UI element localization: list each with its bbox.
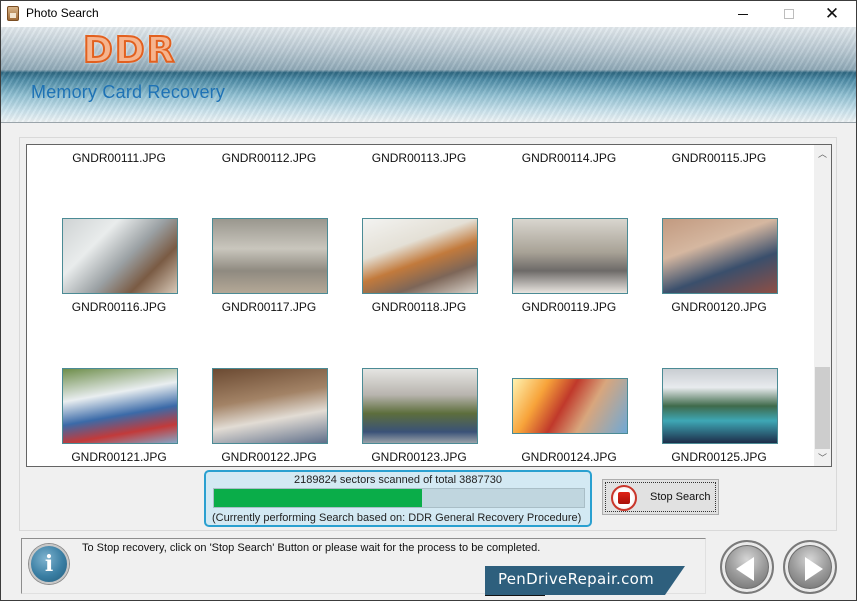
info-icon: i <box>29 544 69 584</box>
stop-icon <box>611 485 637 511</box>
photo-thumbnail[interactable] <box>362 368 478 444</box>
photo-gallery[interactable]: GNDR00111.JPG GNDR00112.JPG GNDR00113.JPG G… <box>26 144 832 467</box>
scan-progress-panel: 2189824 sectors scanned of total 3887730… <box>204 470 592 527</box>
info-message: To Stop recovery, click on 'Stop Search'… <box>82 542 541 554</box>
photo-thumbnail[interactable] <box>212 368 328 444</box>
photo-filename[interactable]: GNDR00113.JPG <box>344 151 494 165</box>
arrow-left-icon <box>736 557 754 581</box>
brand-link[interactable]: PenDriveRepair.com <box>485 570 667 588</box>
scrollbar-thumb[interactable] <box>815 367 830 449</box>
photo-thumbnail[interactable] <box>662 368 778 444</box>
photo-filename[interactable]: GNDR00117.JPG <box>194 300 344 314</box>
brand-logo: DDR <box>82 29 177 72</box>
maximize-button[interactable] <box>766 1 812 27</box>
back-button[interactable] <box>720 540 774 594</box>
minimize-button[interactable] <box>720 1 766 27</box>
header-banner: DDR Memory Card Recovery <box>1 27 856 123</box>
next-button[interactable] <box>783 540 837 594</box>
photo-thumbnail[interactable] <box>62 368 178 444</box>
progress-bar <box>213 488 585 508</box>
scroll-down-button[interactable]: ﹀ <box>814 449 831 466</box>
stop-search-button[interactable]: Stop Search <box>602 479 719 515</box>
product-name: Memory Card Recovery <box>31 82 226 102</box>
close-button[interactable]: ✕ <box>809 1 855 27</box>
gallery-scrollbar[interactable]: ︿ ﹀ <box>814 145 831 466</box>
photo-filename[interactable]: GNDR00119.JPG <box>494 300 644 314</box>
maximize-icon <box>784 9 794 19</box>
photo-thumbnail[interactable] <box>662 218 778 294</box>
brand-ribbon[interactable]: PenDriveRepair.com <box>485 566 685 595</box>
window-title: Photo Search <box>26 6 99 20</box>
photo-search-window: Photo Search ✕ DDR Memory Card Recovery … <box>0 0 857 601</box>
photo-thumbnail[interactable] <box>362 218 478 294</box>
photo-filename[interactable]: GNDR00125.JPG <box>644 450 794 464</box>
app-icon <box>7 6 19 21</box>
photo-filename[interactable]: GNDR00114.JPG <box>494 151 644 165</box>
progress-bar-fill <box>214 489 423 507</box>
close-icon: ✕ <box>824 4 840 23</box>
title-bar: Photo Search ✕ <box>1 1 856 27</box>
photo-thumbnail[interactable] <box>512 218 628 294</box>
photo-thumbnail[interactable] <box>512 378 628 434</box>
photo-filename[interactable]: GNDR00111.JPG <box>44 151 194 165</box>
stop-search-label: Stop Search <box>650 491 711 503</box>
chevron-down-icon: ﹀ <box>817 453 827 463</box>
photo-thumbnail[interactable] <box>212 218 328 294</box>
scroll-up-button[interactable]: ︿ <box>814 145 831 162</box>
photo-filename[interactable]: GNDR00122.JPG <box>194 450 344 464</box>
photo-filename[interactable]: GNDR00121.JPG <box>44 450 194 464</box>
procedure-text: (Currently performing Search based on: D… <box>212 512 582 524</box>
photo-filename[interactable]: GNDR00112.JPG <box>194 151 344 165</box>
photo-filename[interactable]: GNDR00120.JPG <box>644 300 794 314</box>
arrow-right-icon <box>805 557 823 581</box>
chevron-up-icon: ︿ <box>817 149 827 159</box>
photo-filename[interactable]: GNDR00115.JPG <box>644 151 794 165</box>
photo-filename[interactable]: GNDR00123.JPG <box>344 450 494 464</box>
photo-filename[interactable]: GNDR00116.JPG <box>44 300 194 314</box>
photo-filename[interactable]: GNDR00124.JPG <box>494 450 644 464</box>
minimize-icon <box>738 13 748 15</box>
photo-filename[interactable]: GNDR00118.JPG <box>344 300 494 314</box>
photo-thumbnail[interactable] <box>62 218 178 294</box>
sectors-scanned-text: 2189824 sectors scanned of total 3887730 <box>294 474 502 486</box>
